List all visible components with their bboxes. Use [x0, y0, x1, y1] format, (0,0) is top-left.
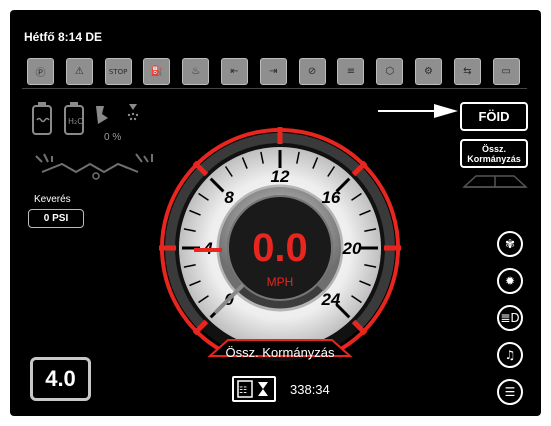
fan-button[interactable]: ✾ — [497, 231, 523, 257]
light-button[interactable]: ✹ — [497, 268, 523, 294]
rate-display-value: 4.0 — [45, 366, 76, 391]
steering-mode-icon — [462, 175, 528, 188]
battery-warning-icon: ▭ — [492, 58, 520, 85]
datetime-label: Hétfő 8:14 DE — [24, 30, 103, 44]
fan-icon: ✾ — [504, 237, 516, 251]
status-divider — [22, 88, 527, 89]
all-steering-button[interactable]: Össz. Kormányzás — [460, 139, 528, 168]
light-icon: ✹ — [504, 274, 516, 288]
all-steering-line1: Össz. — [481, 143, 506, 154]
pointer-arrow — [378, 104, 458, 118]
speed-unit: MPH — [266, 275, 294, 289]
warning-triangle-icon: ⚠ — [65, 58, 93, 85]
headlight-icon: ≣D — [500, 311, 520, 325]
hydraulic-icon: ≡ — [337, 58, 365, 85]
steering-mode-label: Össz. Kormányzás — [225, 345, 335, 360]
rate-display-button[interactable]: 4.0 — [30, 357, 91, 401]
agitation-pressure-value: 0 PSI — [43, 213, 69, 224]
boom-left-icon: ⇤ — [221, 58, 248, 85]
timer-value: 338:34 — [290, 382, 330, 397]
svg-text:H₂O: H₂O — [68, 117, 84, 126]
oil-pressure-icon: ⚙ — [415, 58, 442, 85]
tank-level-icon: ⛽ — [143, 58, 171, 85]
agitation-pressure-display[interactable]: 0 PSI — [28, 209, 84, 228]
agitation-label: Keverés — [34, 194, 71, 205]
gauge-tick-label: 8 — [224, 188, 234, 207]
gauge-tick-label: 20 — [342, 239, 362, 258]
svg-text:☷: ☷ — [239, 386, 247, 396]
spray-timer-icon[interactable]: ☷ — [232, 376, 276, 402]
ground-speed-button[interactable]: FÖID — [460, 102, 528, 131]
gauge-tick-label: 16 — [321, 188, 340, 207]
tank-percent: 0 % — [104, 132, 122, 143]
speed-value: 0.0 — [252, 226, 308, 270]
headlight-button[interactable]: ≣D — [497, 305, 523, 331]
gauge-tick-label: 12 — [271, 167, 290, 186]
all-steering-line2: Kormányzás — [467, 153, 521, 164]
nozzle-off-icon: ⊘ — [298, 58, 326, 85]
hourglass-icon: ☷ — [237, 380, 268, 398]
menu-icon: ☰ — [504, 385, 516, 399]
coolant-temp-icon: ♨ — [182, 58, 210, 85]
transmission-icon: ⇆ — [453, 58, 481, 85]
music-icon: ♫ — [504, 348, 516, 362]
stop-icon: STOP — [104, 58, 132, 85]
menu-button[interactable]: ☰ — [497, 379, 523, 405]
warning-icon-row: Ⓟ ⚠ STOP ⛽ ♨ ⇤ ⇥ ⊘ ≡ ⬡ ⚙ ⇆ ▭ — [27, 58, 529, 86]
parking-brake-icon: Ⓟ — [27, 58, 54, 85]
boom-right-icon: ⇥ — [259, 58, 287, 85]
boom-sections-icon — [35, 153, 153, 180]
engine-icon: ⬡ — [376, 58, 404, 85]
ground-speed-label: FÖID — [478, 109, 510, 124]
gauge-tick-label: 24 — [320, 290, 340, 309]
music-button[interactable]: ♫ — [497, 342, 523, 368]
